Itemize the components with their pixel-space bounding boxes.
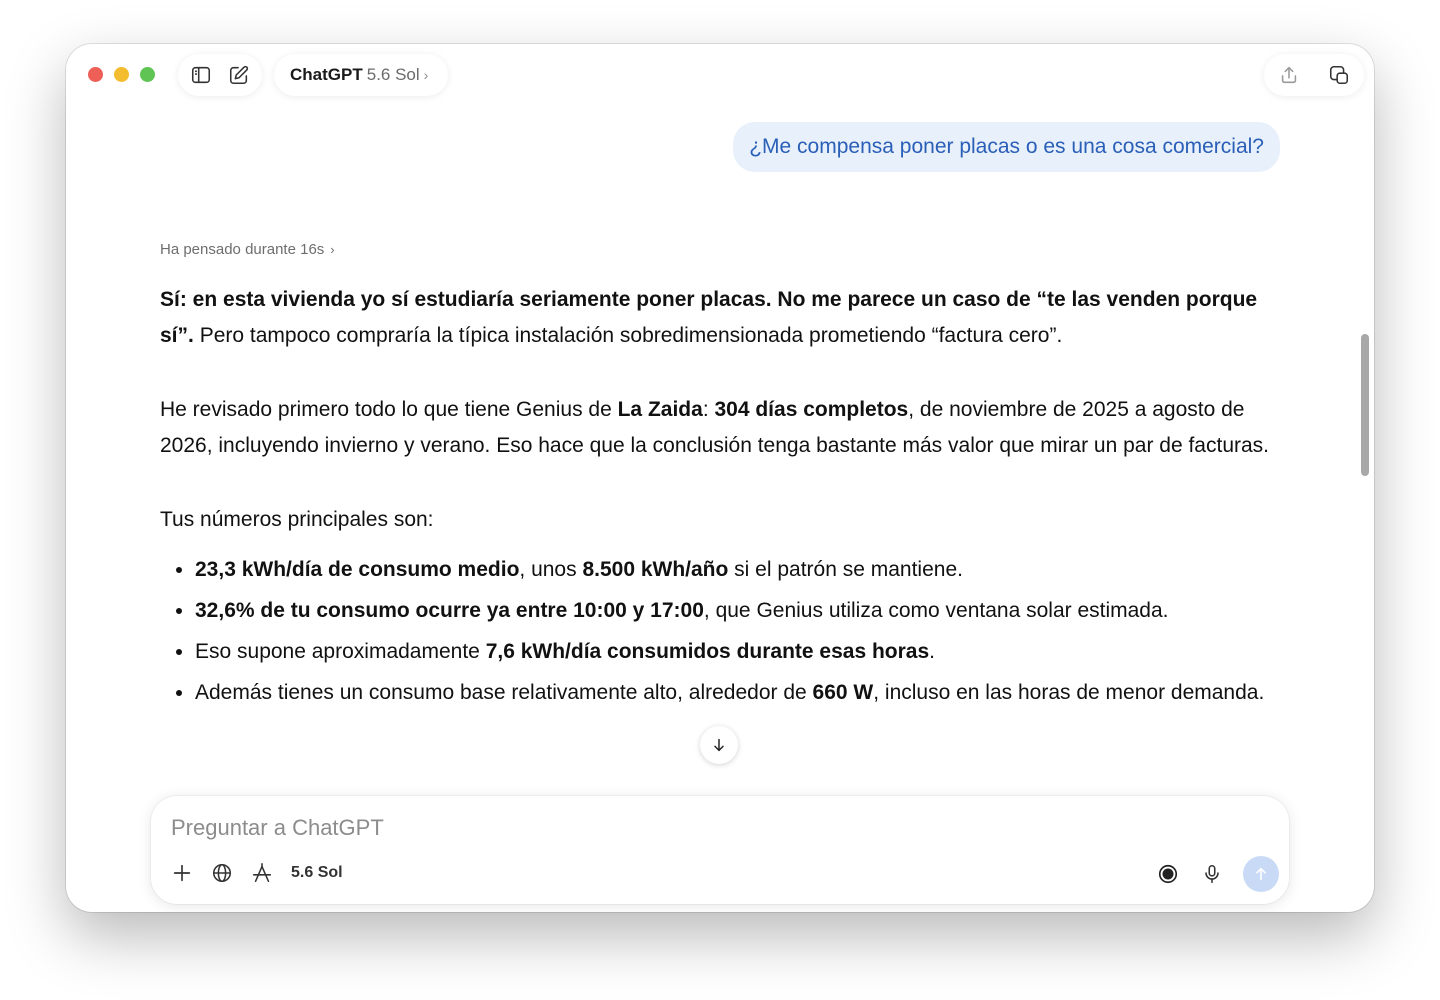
titlebar-left-group: [178, 54, 262, 96]
list-item: Eso supone aproximadamente 7,6 kWh/día c…: [195, 634, 1290, 670]
chevron-right-icon: ›: [423, 67, 429, 83]
scroll-to-bottom-button[interactable]: [700, 726, 738, 764]
thinking-summary-toggle[interactable]: Ha pensado durante 16s ›: [160, 241, 335, 258]
user-message-text: ¿Me compensa poner placas o es una cosa …: [749, 135, 1264, 158]
share-button[interactable]: [1276, 62, 1302, 88]
answer-bold-text: 23,3 kWh/día de consumo medio: [195, 558, 520, 581]
answer-paragraph-3: Tus números principales son:: [160, 508, 434, 531]
toggle-sidebar-button[interactable]: [188, 62, 214, 88]
close-window-button[interactable]: [88, 67, 103, 82]
chevron-right-icon: ›: [330, 242, 335, 257]
thinking-summary-label: Ha pensado durante 16s: [160, 241, 325, 258]
voice-mode-icon: [1158, 864, 1178, 884]
assistant-message: Sí: en esta vivienda yo sí estudiaría se…: [160, 282, 1290, 716]
voice-mode-button[interactable]: [1155, 861, 1181, 887]
zoom-window-button[interactable]: [140, 67, 155, 82]
answer-bold-text: 304 días completos: [714, 398, 909, 421]
app-window: ChatGPT 5.6 Sol › ¿Me compensa poner pla…: [66, 44, 1374, 912]
model-name: ChatGPT: [290, 65, 363, 84]
answer-text: si el patrón se mantiene.: [728, 558, 963, 581]
message-composer: 5.6 Sol: [151, 796, 1289, 904]
answer-bold-text: 32,6% de tu consumo ocurre ya entre 10:0…: [195, 599, 704, 622]
tools-icon: [252, 863, 272, 883]
temporary-chat-button[interactable]: [1326, 62, 1352, 88]
answer-text: , unos: [519, 558, 583, 581]
composer-model-tag[interactable]: 5.6 Sol: [291, 864, 343, 882]
answer-bold-text: 7,6 kWh/día consumidos durante esas hora…: [485, 640, 930, 663]
answer-paragraph-2: He revisado primero todo lo que tiene Ge…: [160, 392, 1290, 464]
globe-icon: [212, 863, 232, 883]
attach-button[interactable]: [169, 860, 195, 886]
composer-tools-left: 5.6 Sol: [169, 860, 343, 886]
composer-tools-right: [1155, 856, 1279, 892]
dictate-button[interactable]: [1199, 861, 1225, 887]
edit-icon: [229, 65, 249, 85]
answer-bullet-list: 23,3 kWh/día de consumo medio, unos 8.50…: [160, 552, 1290, 711]
answer-text: , incluso en las horas de menor demanda.: [873, 681, 1265, 704]
arrow-up-icon: [1256, 867, 1266, 881]
sidebar-icon: [191, 66, 211, 84]
send-button[interactable]: [1243, 856, 1279, 892]
conversation-scrollbar[interactable]: [1361, 334, 1369, 476]
window-controls: [88, 67, 155, 82]
titlebar-right-group: [1264, 54, 1364, 96]
share-icon: [1281, 66, 1297, 84]
tools-button[interactable]: [249, 860, 275, 886]
list-item: 32,6% de tu consumo ocurre ya entre 10:0…: [195, 593, 1290, 629]
answer-text: :: [702, 398, 715, 421]
answer-text: He revisado primero todo lo que tiene Ge…: [160, 398, 618, 421]
new-chat-button[interactable]: [226, 62, 252, 88]
prompt-input[interactable]: [169, 812, 1073, 844]
answer-text: Pero tampoco compraría la típica instala…: [193, 324, 1063, 347]
copy-chat-icon: [1329, 65, 1349, 85]
model-selector[interactable]: ChatGPT 5.6 Sol ›: [274, 54, 448, 96]
user-message-bubble: ¿Me compensa poner placas o es una cosa …: [733, 122, 1280, 172]
answer-text: Además tienes un consumo base relativame…: [195, 681, 813, 704]
list-item: Además tienes un consumo base relativame…: [195, 675, 1290, 711]
answer-bold-text: 8.500 kWh/año: [582, 558, 729, 581]
minimize-window-button[interactable]: [114, 67, 129, 82]
arrow-down-icon: [714, 738, 724, 752]
answer-paragraph-1: Sí: en esta vivienda yo sí estudiaría se…: [160, 282, 1290, 354]
web-search-button[interactable]: [209, 860, 235, 886]
list-item: 23,3 kWh/día de consumo medio, unos 8.50…: [195, 552, 1290, 588]
model-version: 5.6 Sol: [366, 65, 420, 84]
answer-bold-text: La Zaida: [617, 398, 703, 421]
answer-text: .: [929, 640, 935, 663]
answer-bold-text: 660 W: [812, 681, 874, 704]
plus-icon: [173, 864, 191, 882]
microphone-icon: [1205, 864, 1219, 884]
answer-text: , que Genius utiliza como ventana solar …: [703, 599, 1169, 622]
answer-text: Eso supone aproximadamente: [195, 640, 486, 663]
